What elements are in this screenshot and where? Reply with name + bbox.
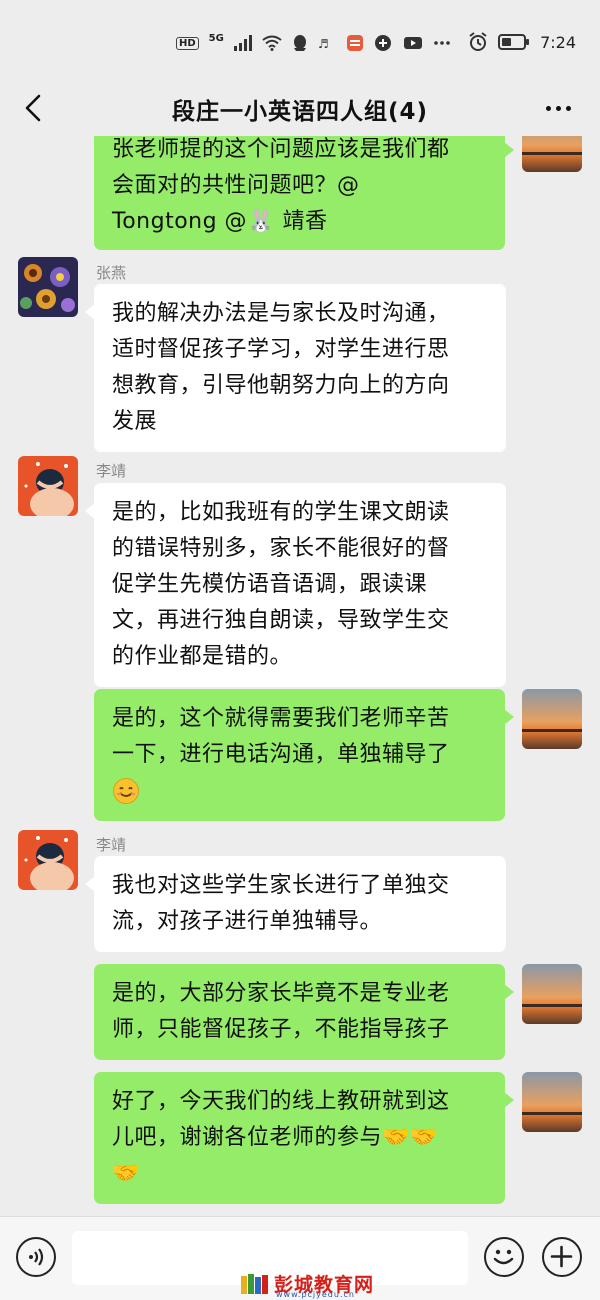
message-line: 文，再进行独自朗读，导致学生交 [112,608,450,633]
emoji-button[interactable] [484,1237,524,1277]
avatar-self[interactable] [522,1072,582,1132]
message-line: 的错误特别多，家长不能很好的督 [112,536,450,561]
message-line: 是的，这个就得需要我们老师辛苦 [112,706,450,731]
svg-text:♬: ♬ [318,37,329,51]
message-bubble-self[interactable]: 是的，这个就得需要我们老师辛苦 一下，进行电话沟通，单独辅导了 [94,689,514,821]
title-bar: 段庄一小英语四人组(4) [0,80,600,136]
qq-icon [293,35,306,51]
battery-icon [498,34,530,50]
message-line: 流，对孩子进行单独辅导。 [112,909,383,934]
chat-area[interactable]: 张老师提的这个问题应该是我们都 会面对的共性问题吧？@ Tongtong @🐰 … [0,136,600,1216]
message-line: 的作业都是错的。 [112,644,293,669]
more-functions-button[interactable] [542,1237,582,1277]
message-line: 我也对这些学生家长进行了单独交 [112,873,450,898]
message-line: 🤝 [112,1161,140,1186]
sunset-avatar-image [522,689,582,749]
app-icon: ♬ [318,37,329,51]
message-line: 好了，今天我们的线上教研就到这 [112,1089,450,1114]
watermark-url: www.pcjyedu.cn [276,1290,355,1299]
back-button[interactable] [18,92,48,124]
message-line: 会面对的共性问题吧？@ [112,173,360,198]
message-line: 是的，比如我班有的学生课文朗读 [112,500,450,525]
chat-title: 段庄一小英语四人组(4) [171,99,429,125]
sender-name: 李靖 [96,462,127,480]
message-line: 适时督促孩子学习，对学生进行思 [112,337,450,362]
message-line: 想教育，引导他朝努力向上的方向 [112,373,450,398]
more-dot [565,105,571,111]
sunset-avatar-image [522,1072,582,1132]
plus-icon [550,1245,573,1268]
avatar-self[interactable] [522,136,582,172]
avatar-self[interactable] [522,689,582,749]
message-line: 一下，进行电话沟通，单独辅导了 [112,742,450,767]
message-bubble-other[interactable]: 我的解决办法是与家长及时沟通， 适时督促孩子学习，对学生进行思 想教育，引导他朝… [85,284,506,452]
sender-name: 李靖 [96,836,127,854]
message-line: 师，只能督促孩子，不能指导孩子 [112,1017,450,1042]
message-line: 张老师提的这个问题应该是我们都 [112,137,450,162]
more-dot [555,105,561,111]
alarm-icon [469,32,487,51]
cartoon-avatar-image [18,456,78,516]
message-line: 是的，大部分家长毕竟不是专业老 [112,981,450,1006]
watermark: 彭城教育网 www.pcjyedu.cn [240,1270,374,1299]
message-bubble-self[interactable]: 张老师提的这个问题应该是我们都 会面对的共性问题吧？@ Tongtong @🐰 … [94,136,514,250]
avatar-lijing[interactable] [18,830,78,890]
hd-indicator: HD [176,36,199,50]
smile-emoji-icon [113,778,139,804]
sender-name: 张燕 [96,264,127,282]
message-line: 发展 [112,409,158,434]
more-dot [545,105,551,111]
message-line: 儿吧，谢谢各位老师的参与🤝🤝 [112,1120,487,1156]
avatar-zhangyan[interactable] [18,257,78,317]
status-right-indicators: 7:24 [468,32,576,52]
app-icon [403,37,422,49]
message-line-text: 儿吧，谢谢各位老师的参与🤝🤝 [112,1125,438,1150]
more-dots-icon [434,41,450,45]
message-line: Tongtong @🐰 靖香 [112,209,328,234]
voice-button[interactable] [16,1237,56,1277]
books-logo-icon [241,1273,268,1294]
avatar-lijing[interactable] [18,456,78,516]
message-bubble-self[interactable]: 好了，今天我们的线上教研就到这 儿吧，谢谢各位老师的参与🤝🤝 🤝 [94,1072,514,1204]
signal-icon [233,35,252,51]
sunset-avatar-image [522,136,582,172]
network-type: 5G [208,32,224,44]
message-bubble-other[interactable]: 我也对这些学生家长进行了单独交 流，对孩子进行单独辅导。 [85,856,506,952]
sunset-avatar-image [522,964,582,1024]
message-line: 促学生先模仿语音语调，跟读课 [112,572,428,597]
cartoon-avatar-image [18,830,78,890]
more-button[interactable] [538,92,578,124]
status-bar: HD 5G ♬ 7:24 [0,0,600,88]
app-icon [346,35,363,51]
wifi-icon [262,35,282,51]
chevron-left-icon [25,94,41,122]
emoji-icon [493,1249,514,1265]
status-left-indicators: HD 5G ♬ [176,32,450,52]
message-line: 我的解决办法是与家长及时沟通， [112,301,450,326]
flower-avatar-image [18,257,78,317]
voice-icon [29,1248,44,1266]
message-line [112,773,487,809]
message-bubble-other[interactable]: 是的，比如我班有的学生课文朗读 的错误特别多，家长不能很好的督 促学生先模仿语音… [85,483,506,687]
app-icon [374,35,391,51]
message-bubble-self[interactable]: 是的，大部分家长毕竟不是专业老 师，只能督促孩子，不能指导孩子 [94,964,514,1060]
avatar-self[interactable] [522,964,582,1024]
clock: 7:24 [540,32,576,52]
